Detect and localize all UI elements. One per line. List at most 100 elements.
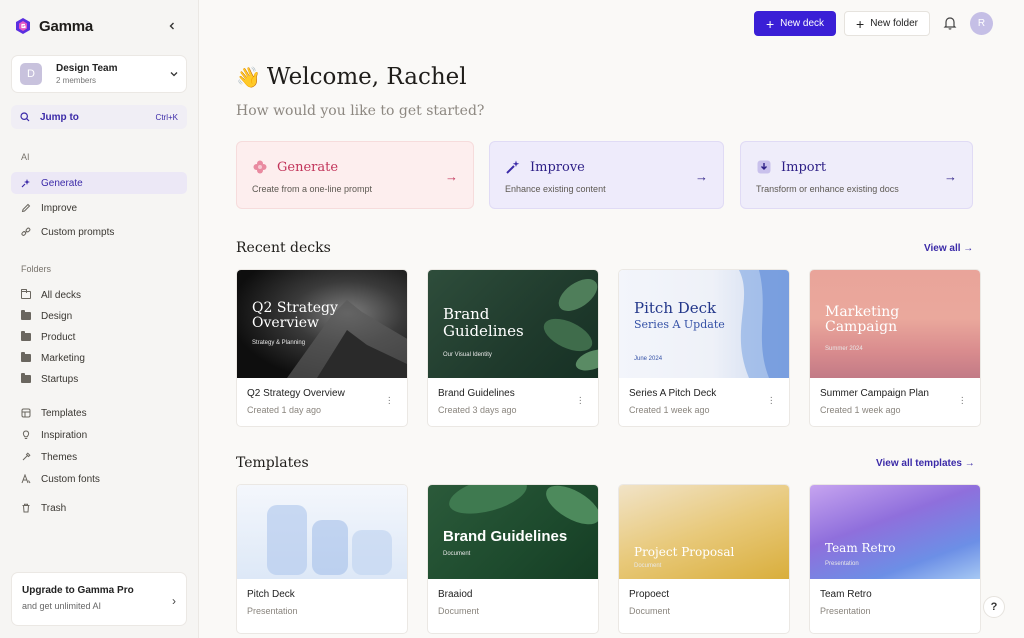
deck-thumb-subtitle: Strategy & Planning [252,340,306,346]
template-thumb-subtitle: Presentation [825,561,859,567]
bell-icon[interactable] [942,15,958,31]
sidebar-item-trash[interactable]: Trash [11,497,187,519]
welcome-title: Welcome, Rachel [266,64,467,90]
more-options-icon[interactable]: · · · [770,393,773,409]
team-switcher[interactable]: D Design Team 2 members [11,55,187,93]
new-deck-label: New deck [780,18,825,29]
arrow-right-icon: → [695,169,708,184]
sidebar-item-themes[interactable]: Themes [11,446,187,468]
sidebar-folder-product[interactable]: Product [11,326,187,348]
view-all-decks-link[interactable]: View all → [924,243,973,254]
view-all-templates-link[interactable]: View all templates → [876,458,975,469]
sidebar-item-label: Custom fonts [41,473,100,485]
deck-card-summer-campaign[interactable]: Marketing Campaign Summer 2024 Summer Ca… [809,269,981,427]
more-options-icon[interactable]: · · · [961,393,964,409]
template-thumbnail: Team Retro Presentation [810,485,980,579]
sidebar-item-label: Inspiration [41,429,88,441]
improve-card-title: Improve [530,159,585,175]
sidebar-item-templates[interactable]: Templates [11,402,187,424]
more-options-icon[interactable]: · · · [388,393,391,409]
deck-thumb-title: Marketing Campaign [825,304,900,336]
jump-to-label: Jump to [40,111,79,123]
deck-card-series-a-pitch[interactable]: Pitch Deck Series A Update June 2024 Ser… [618,269,790,427]
new-folder-button[interactable]: + New folder [844,11,930,36]
folder-icon [21,352,31,362]
flower-icon [253,160,267,174]
sidebar-item-label: All decks [41,289,82,301]
sidebar-item-generate[interactable]: Generate [11,172,187,194]
sidebar-item-label: Marketing [41,352,85,364]
upgrade-subtitle: and get unlimited AI [22,601,102,611]
chevron-right-icon: › [172,594,176,608]
sidebar-folder-startups[interactable]: Startups [11,368,187,390]
template-card-team-retro[interactable]: Team Retro Presentation Team Retro Prese… [809,484,981,634]
deck-name: Summer Campaign Plan [820,388,929,399]
template-thumbnail [237,485,407,579]
arrow-right-icon: → [964,458,975,469]
trash-icon [22,503,30,513]
plus-icon: + [856,15,865,32]
improve-card-desc: Enhance existing content [505,184,606,194]
jump-to-search[interactable]: Jump to Ctrl+K [11,105,187,129]
deck-thumb-subtitle: Summer 2024 [825,346,863,352]
sidebar-item-label: Generate [41,177,83,189]
import-card-title: Import [781,159,827,175]
import-card-desc: Transform or enhance existing docs [756,184,899,194]
arrow-right-icon: → [445,169,458,184]
upgrade-card[interactable]: Upgrade to Gamma Pro and get unlimited A… [11,572,187,626]
generate-card-desc: Create from a one-line prompt [252,184,373,194]
user-avatar[interactable]: R [970,12,993,35]
template-card-brand-guidelines[interactable]: Brand Guidelines Document Braaiod Docume… [427,484,599,634]
jump-shortcut: Ctrl+K [155,112,178,122]
template-name: Team Retro [820,589,872,600]
deck-name: Brand Guidelines [438,388,515,399]
sidebar-item-label: Design [41,310,73,322]
team-name: Design Team [56,63,118,74]
sidebar-item-label: Templates [41,407,87,419]
help-button[interactable]: ? [983,596,1005,618]
template-meta: Document [438,606,480,616]
view-all-label: View all templates [876,458,962,469]
sidebar-item-custom-fonts[interactable]: Custom fonts [11,468,187,490]
sidebar-item-inspiration[interactable]: Inspiration [11,424,187,446]
generate-card[interactable]: Generate Create from a one-line prompt → [236,141,474,209]
template-thumb-title: Team Retro [825,541,896,555]
deck-card-brand-guidelines[interactable]: Brand Guidelines Our Visual Identity Bra… [427,269,599,427]
deck-meta: Created 1 day ago [247,405,322,415]
more-options-icon[interactable]: · · · [579,393,582,409]
template-card-pitch-deck[interactable]: Pitch Deck Presentation [236,484,408,634]
team-members: 2 members [56,76,97,85]
import-card[interactable]: Import Transform or enhance existing doc… [740,141,973,209]
logo[interactable]: Gamma [14,14,186,38]
template-card-project-proposal[interactable]: Project Proposal Document Propoect Docum… [618,484,790,634]
deck-thumb-title-2: Series A Update [634,318,725,331]
deck-card-q2-strategy[interactable]: Q2 Strategy Overview Strategy & Planning… [236,269,408,427]
palette-icon [22,452,31,461]
glass-blocks-image [267,505,392,575]
sidebar-item-label: Themes [41,451,78,463]
page-title: 👋 Welcome, Rachel [236,64,467,90]
recent-decks-heading: Recent decks [236,240,331,256]
template-name: Propoect [629,589,670,600]
deck-thumbnail: Pitch Deck Series A Update June 2024 [619,270,789,378]
wave-emoji: 👋 [236,65,261,89]
deck-meta: Created 1 week ago [629,405,710,415]
search-icon [20,112,30,122]
collapse-sidebar-button[interactable] [162,16,182,36]
new-deck-button[interactable]: + New deck [754,11,836,36]
sidebar-item-improve[interactable]: Improve [11,197,187,219]
sidebar-folder-design[interactable]: Design [11,305,187,327]
sidebar-folder-marketing[interactable]: Marketing [11,347,187,369]
templates-icon [21,408,31,418]
improve-card[interactable]: Improve Enhance existing content → [489,141,724,209]
sidebar-folder-all-decks[interactable]: All decks [11,284,187,306]
link-icon [21,227,31,236]
sidebar-item-custom-prompts[interactable]: Custom prompts [11,221,187,243]
template-meta: Document [629,606,671,616]
template-thumbnail: Brand Guidelines Document [428,485,598,579]
deck-thumbnail: Q2 Strategy Overview Strategy & Planning [237,270,407,378]
view-all-label: View all [924,243,961,254]
folder-outline-icon [21,289,31,299]
gamma-logo-icon [14,17,32,35]
folder-icon [21,331,31,341]
